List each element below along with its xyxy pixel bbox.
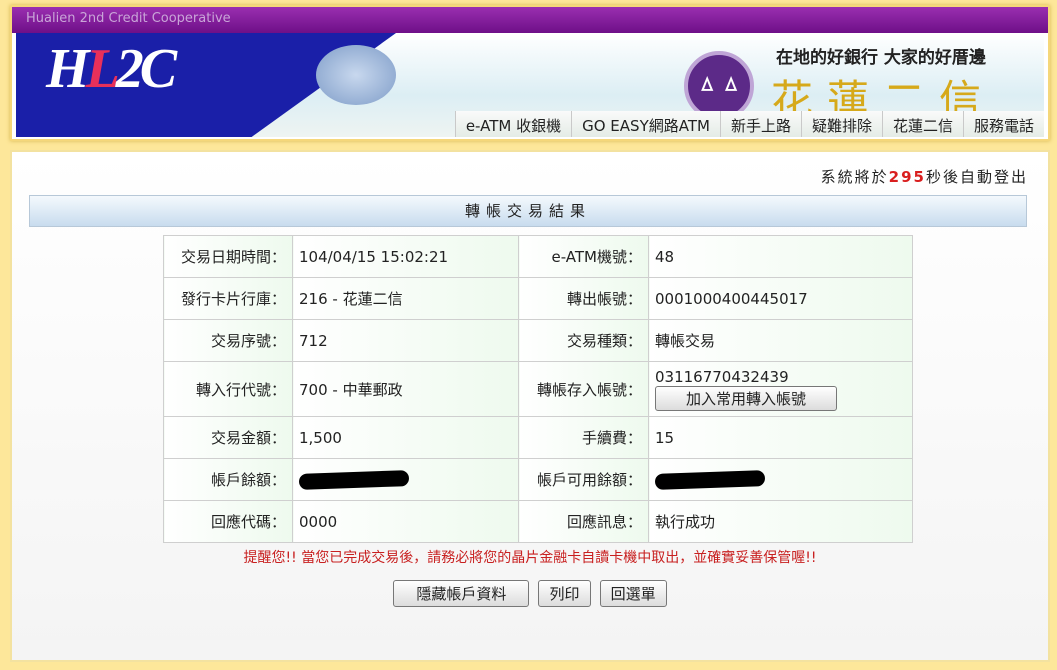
redacted-available-balance bbox=[654, 470, 766, 490]
value: 1,500 bbox=[299, 428, 342, 447]
label: 交易日期時間： bbox=[163, 235, 293, 278]
label: 回應訊息： bbox=[518, 500, 649, 543]
menu-button[interactable]: 回選單 bbox=[599, 580, 667, 607]
page-title: 轉帳交易結果 bbox=[29, 195, 1027, 227]
label: 發行卡片行庫： bbox=[163, 277, 293, 320]
value-cell: 15 bbox=[648, 416, 913, 459]
label: 轉入行代號： bbox=[163, 361, 293, 417]
value: 0000 bbox=[299, 512, 338, 531]
value-cell: 1,500 bbox=[292, 416, 519, 459]
value-cell bbox=[648, 458, 913, 501]
org-name: Hualien 2nd Credit Cooperative bbox=[12, 7, 1048, 33]
action-buttons: 隱藏帳戶資料 列印 回選單 bbox=[12, 580, 1048, 607]
nav-eatm[interactable]: e-ATM 收銀機 bbox=[454, 111, 571, 137]
value-cell: 03116770432439 加入常用轉入帳號 bbox=[648, 361, 913, 417]
value-cell: 712 bbox=[292, 319, 519, 362]
add-favorite-account-button[interactable]: 加入常用轉入帳號 bbox=[655, 385, 838, 411]
label: 交易序號： bbox=[163, 319, 293, 362]
label: 轉帳存入帳號： bbox=[518, 361, 649, 417]
nav-about[interactable]: 花蓮二信 bbox=[881, 111, 963, 137]
table-row: 轉入行代號： 700 - 中華郵政 轉帳存入帳號： 03116770432439 加入常… bbox=[163, 361, 913, 417]
nav-go-easy[interactable]: GO EASY網路ATM bbox=[571, 111, 720, 137]
logout-prefix: 系統將於 bbox=[820, 168, 889, 186]
value: 執行成功 bbox=[655, 513, 716, 531]
label: 轉出帳號： bbox=[518, 277, 649, 320]
slogan: 在地的好銀行 大家的好厝邊 bbox=[776, 48, 986, 68]
print-button[interactable]: 列印 bbox=[538, 580, 591, 607]
hide-account-button[interactable]: 隱藏帳戶資料 bbox=[393, 580, 530, 607]
table-row: 帳戶餘額： 帳戶可用餘額： bbox=[163, 458, 913, 501]
value: 15 bbox=[655, 428, 675, 447]
value-cell: 700 - 中華郵政 bbox=[292, 361, 519, 417]
table-row: 交易日期時間： 104/04/15 15:02:21 e-ATM機號： 48 bbox=[163, 235, 913, 278]
value: 48 bbox=[655, 247, 675, 266]
table-row: 交易金額： 1,500 手續費： 15 bbox=[163, 416, 913, 459]
table-row: 發行卡片行庫： 216 - 花蓮二信 轉出帳號： 0001000400445017 bbox=[163, 277, 913, 320]
nav-troubleshoot[interactable]: 疑難排除 bbox=[800, 111, 882, 137]
content-panel: 系統將於295秒後自動登出 轉帳交易結果 交易日期時間： 104/04/15 15… bbox=[10, 150, 1050, 662]
table-row: 回應代碼： 0000 回應訊息： 執行成功 bbox=[163, 500, 913, 543]
value-cell: 48 bbox=[648, 235, 913, 278]
auto-logout-notice: 系統將於295秒後自動登出 bbox=[821, 166, 1028, 187]
value-cell: 0001000400445017 bbox=[648, 277, 913, 320]
label: 回應代碼： bbox=[163, 500, 293, 543]
value: 03116770432439 bbox=[655, 367, 789, 386]
value-cell bbox=[292, 458, 519, 501]
redacted-balance bbox=[298, 470, 410, 490]
value: 轉帳交易 bbox=[655, 332, 716, 350]
sunfish-image bbox=[316, 45, 396, 105]
value: 0001000400445017 bbox=[655, 289, 808, 308]
logout-suffix: 秒後自動登出 bbox=[925, 168, 1028, 186]
nav-phone[interactable]: 服務電話 bbox=[962, 111, 1044, 137]
value-cell: 104/04/15 15:02:21 bbox=[292, 235, 519, 278]
nav-beginner[interactable]: 新手上路 bbox=[719, 111, 801, 137]
site-header: Hualien 2nd Credit Cooperative HL2C ㅿㅿ 在… bbox=[10, 5, 1050, 141]
hl2c-logo: HL2C bbox=[46, 38, 177, 100]
value-cell: 轉帳交易 bbox=[648, 319, 913, 362]
label: 交易種類： bbox=[518, 319, 649, 362]
logout-seconds: 295 bbox=[888, 168, 926, 186]
warning-message: 提醒您!! 當您已完成交易後，請務必將您的晶片金融卡自讀卡機中取出，並確實妥善保… bbox=[243, 550, 817, 566]
main-nav: e-ATM 收銀機 GO EASY網路ATM 新手上路 疑難排除 花蓮二信 服務… bbox=[454, 111, 1044, 137]
value-cell: 216 - 花蓮二信 bbox=[292, 277, 519, 320]
banner: HL2C ㅿㅿ 在地的好銀行 大家的好厝邊 花蓮二信 e-ATM 收銀機 GO … bbox=[16, 33, 1044, 137]
value: 712 bbox=[299, 331, 328, 350]
value: 700 - 中華郵政 bbox=[299, 380, 403, 399]
label: 帳戶可用餘額： bbox=[518, 458, 649, 501]
value-cell: 執行成功 bbox=[648, 500, 913, 543]
result-table: 交易日期時間： 104/04/15 15:02:21 e-ATM機號： 48 發行卡片行… bbox=[163, 235, 913, 543]
label: e-ATM機號： bbox=[518, 235, 649, 278]
value: 216 - 花蓮二信 bbox=[299, 290, 403, 308]
value-cell: 0000 bbox=[292, 500, 519, 543]
label: 交易金額： bbox=[163, 416, 293, 459]
table-row: 交易序號： 712 交易種類： 轉帳交易 bbox=[163, 319, 913, 362]
value: 104/04/15 15:02:21 bbox=[299, 247, 449, 266]
label: 手續費： bbox=[518, 416, 649, 459]
label: 帳戶餘額： bbox=[163, 458, 293, 501]
